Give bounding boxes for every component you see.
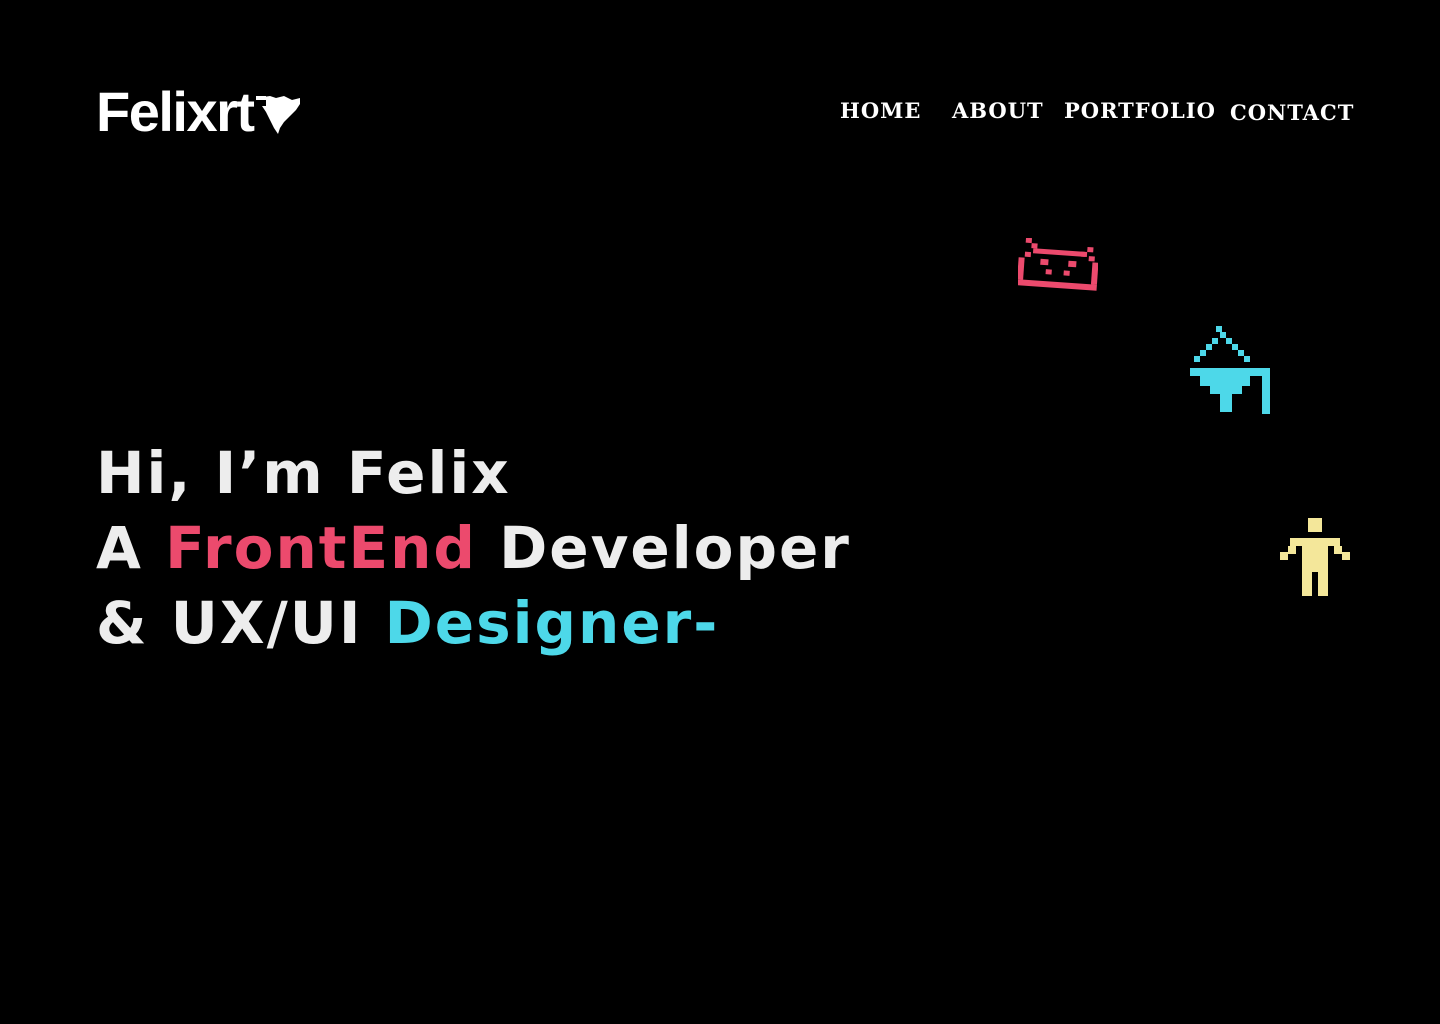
- hero-line2-prefix: A: [96, 514, 166, 582]
- pixel-ship-icon: [1190, 326, 1270, 414]
- hero-greeting: Hi, I’m Felix: [96, 439, 511, 507]
- hero-line2-suffix: Developer: [476, 514, 851, 582]
- hero-designer-highlight: Designer-: [384, 589, 720, 657]
- hero-line-2: A FrontEnd Developer: [96, 511, 851, 586]
- brand-logo[interactable]: Felixrt: [96, 84, 302, 144]
- hero-frontend-highlight: FrontEnd: [165, 514, 477, 582]
- hero-line3-prefix: & UX/UI: [96, 589, 385, 657]
- hero-line-1: Hi, I’m Felix: [96, 436, 851, 511]
- main-nav: HOME ABOUT PORTFOLIO CONTACT: [840, 98, 1360, 132]
- pixel-person-icon: [1280, 518, 1350, 596]
- nav-contact-link[interactable]: CONTACT: [1230, 100, 1354, 125]
- nav-home-link[interactable]: HOME: [840, 98, 921, 123]
- nav-portfolio-link[interactable]: PORTFOLIO: [1064, 98, 1216, 123]
- pixel-invader-icon: [1018, 238, 1098, 291]
- brand-name: Felixrt: [96, 80, 255, 143]
- hero-line-3: & UX/UI Designer-: [96, 586, 851, 661]
- nav-about-link[interactable]: ABOUT: [952, 98, 1044, 123]
- hero-heading: Hi, I’m Felix A FrontEnd Developer & UX/…: [96, 436, 851, 661]
- bird-icon: [255, 96, 300, 134]
